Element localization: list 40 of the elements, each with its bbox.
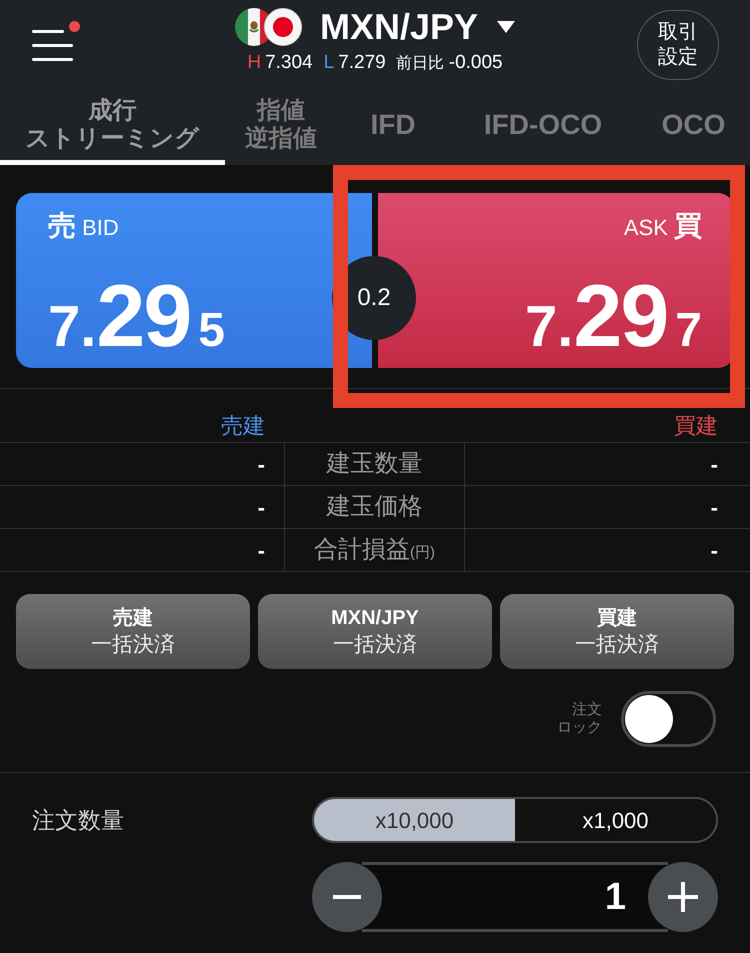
- minus-icon: [333, 895, 361, 899]
- sell-value: -: [258, 536, 265, 564]
- japan-flag-icon: [264, 8, 302, 46]
- quote-price: 7.29 5: [48, 272, 225, 360]
- order-type-tab[interactable]: IFD: [337, 90, 449, 165]
- row-label: 建玉価格: [326, 492, 422, 522]
- close-all-button[interactable]: 売建 一括決済: [16, 594, 250, 669]
- sell-column-header: 売建: [221, 412, 265, 440]
- order-type-tab[interactable]: 指値 逆指値: [225, 90, 337, 165]
- order-type-tab[interactable]: OCO: [637, 90, 750, 165]
- high-label: H: [247, 52, 262, 74]
- quote-price: 7.29 7: [525, 272, 702, 360]
- quantity-field[interactable]: 1: [362, 862, 668, 932]
- close-all-button[interactable]: MXN/JPY 一括決済: [258, 594, 492, 669]
- menu-icon[interactable]: [32, 29, 73, 61]
- change-value: -0.005: [448, 52, 503, 74]
- order-quantity-label: 注文数量: [32, 806, 124, 835]
- sell-value: -: [258, 494, 265, 522]
- quote-label: 売 BID: [48, 211, 119, 243]
- unit-option[interactable]: x10,000: [314, 799, 515, 841]
- plus-icon: [668, 882, 698, 912]
- caret-icon[interactable]: [497, 21, 516, 33]
- pair-title[interactable]: MXN/JPY: [320, 8, 478, 46]
- close-all-button[interactable]: 買建 一括決済: [500, 594, 734, 669]
- row-label: 合計損益(円): [314, 535, 435, 565]
- order-type-tab[interactable]: 成行 ストリーミング: [0, 90, 225, 165]
- quote-label: ASK 買: [624, 211, 702, 243]
- change-label: 前日比: [396, 54, 444, 74]
- trade-settings-button[interactable]: 取引 設定: [637, 10, 719, 80]
- buy-value: -: [710, 494, 718, 522]
- order-lock-label: 注文 ロック: [557, 701, 602, 737]
- low-label: L: [324, 52, 334, 74]
- buy-value: -: [710, 450, 718, 478]
- row-label: 建玉数量: [326, 449, 422, 479]
- order-type-tab[interactable]: IFD-OCO: [449, 90, 637, 165]
- buy-column-header: 買建: [674, 412, 718, 440]
- high-value: 7.304: [265, 52, 313, 74]
- sell-value: -: [258, 450, 265, 478]
- low-value: 7.279: [338, 52, 386, 74]
- buy-value: -: [710, 536, 718, 564]
